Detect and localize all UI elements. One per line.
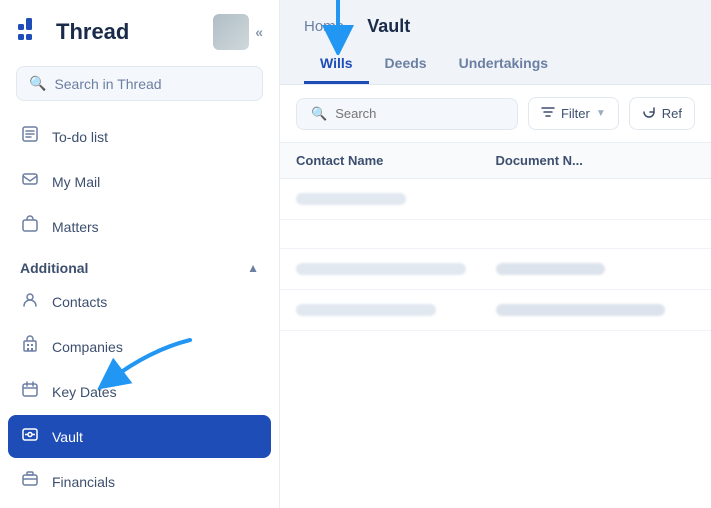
sidebar-item-todo-label: To-do list bbox=[52, 129, 108, 145]
tab-undertakings-label: Undertakings bbox=[459, 55, 548, 71]
table-row bbox=[280, 290, 711, 331]
column-header-document: Document N... bbox=[496, 153, 696, 168]
sidebar-item-contacts[interactable]: Contacts bbox=[8, 280, 271, 323]
additional-section-label: Additional bbox=[20, 260, 88, 276]
additional-section-header[interactable]: Additional ▲ bbox=[8, 250, 271, 280]
sidebar-item-keydates-label: Key Dates bbox=[52, 384, 117, 400]
sidebar-item-mymail-label: My Mail bbox=[52, 174, 100, 190]
sidebar-item-contacts-label: Contacts bbox=[52, 294, 107, 310]
table-row bbox=[280, 220, 711, 249]
vault-icon bbox=[20, 425, 40, 448]
financials-icon bbox=[20, 470, 40, 493]
sidebar-item-keydates[interactable]: Key Dates bbox=[8, 370, 271, 413]
breadcrumb-home[interactable]: Home bbox=[304, 18, 344, 35]
tab-deeds[interactable]: Deeds bbox=[369, 47, 443, 84]
sidebar-item-financials-label: Financials bbox=[52, 474, 115, 490]
filter-label: Filter bbox=[561, 106, 590, 121]
search-input-wrap[interactable]: 🔍 bbox=[296, 98, 518, 130]
nav-items: To-do list My Mail Matters Additional ▲ … bbox=[0, 115, 279, 508]
filter-button[interactable]: Filter ▼ bbox=[528, 97, 619, 130]
refresh-icon bbox=[642, 105, 656, 122]
sidebar-item-mymail[interactable]: My Mail bbox=[8, 160, 271, 203]
sidebar-item-matters-label: Matters bbox=[52, 219, 99, 235]
todo-icon bbox=[20, 125, 40, 148]
column-header-contact: Contact Name bbox=[296, 153, 496, 168]
sidebar-item-companies-label: Companies bbox=[52, 339, 123, 355]
breadcrumb-separator bbox=[352, 19, 359, 34]
table-row bbox=[280, 249, 711, 290]
table-row bbox=[280, 179, 711, 220]
sidebar-item-companies[interactable]: Companies bbox=[8, 325, 271, 368]
sidebar-item-vault[interactable]: Vault bbox=[8, 415, 271, 458]
avatar bbox=[213, 14, 249, 50]
main-content: Home Vault Wills Deeds Undertak bbox=[280, 0, 711, 508]
row-cell-contact bbox=[296, 263, 496, 275]
logo-area: Thread bbox=[16, 16, 129, 48]
avatar-collapse-area: « bbox=[213, 14, 263, 50]
sidebar: Thread « 🔍 Search in Thread To-do list M… bbox=[0, 0, 280, 508]
tabs-area: Wills Deeds Undertakings bbox=[304, 47, 687, 84]
tab-wills-label: Wills bbox=[320, 55, 353, 71]
sidebar-item-vault-label: Vault bbox=[52, 429, 83, 445]
row-cell-contact bbox=[296, 304, 496, 316]
filter-icon bbox=[541, 105, 555, 122]
thread-logo-icon bbox=[16, 16, 48, 48]
sidebar-item-todo[interactable]: To-do list bbox=[8, 115, 271, 158]
companies-icon bbox=[20, 335, 40, 358]
refresh-label: Ref bbox=[662, 106, 682, 121]
content-panel: 🔍 Filter ▼ Ref Contact Name Document N..… bbox=[280, 84, 711, 508]
collapse-button[interactable]: « bbox=[255, 24, 263, 40]
sidebar-header: Thread « bbox=[0, 0, 279, 60]
refresh-button[interactable]: Ref bbox=[629, 97, 695, 130]
search-icon: 🔍 bbox=[29, 75, 46, 92]
sidebar-item-financials[interactable]: Financials bbox=[8, 460, 271, 503]
table-header: Contact Name Document N... bbox=[280, 143, 711, 179]
contacts-icon bbox=[20, 290, 40, 313]
search-icon: 🔍 bbox=[311, 106, 327, 122]
content-toolbar: 🔍 Filter ▼ Ref bbox=[280, 85, 711, 143]
section-chevron-icon: ▲ bbox=[247, 261, 259, 275]
row-cell-contact bbox=[296, 193, 496, 205]
tab-deeds-label: Deeds bbox=[385, 55, 427, 71]
app-title: Thread bbox=[56, 19, 129, 45]
tab-wills[interactable]: Wills bbox=[304, 47, 369, 84]
main-header: Home Vault Wills Deeds Undertak bbox=[280, 0, 711, 84]
row-cell-document bbox=[496, 263, 696, 275]
matters-icon bbox=[20, 215, 40, 238]
filter-chevron-icon: ▼ bbox=[596, 108, 606, 119]
search-bar[interactable]: 🔍 Search in Thread bbox=[16, 66, 263, 101]
search-bar-text: Search in Thread bbox=[54, 76, 161, 92]
table-rows bbox=[280, 179, 711, 508]
keydates-icon bbox=[20, 380, 40, 403]
breadcrumb: Home Vault bbox=[304, 16, 687, 37]
search-input[interactable] bbox=[335, 106, 503, 121]
breadcrumb-current: Vault bbox=[367, 16, 410, 37]
sidebar-item-matters[interactable]: Matters bbox=[8, 205, 271, 248]
mymail-icon bbox=[20, 170, 40, 193]
tab-undertakings[interactable]: Undertakings bbox=[443, 47, 564, 84]
row-cell-document bbox=[496, 304, 696, 316]
